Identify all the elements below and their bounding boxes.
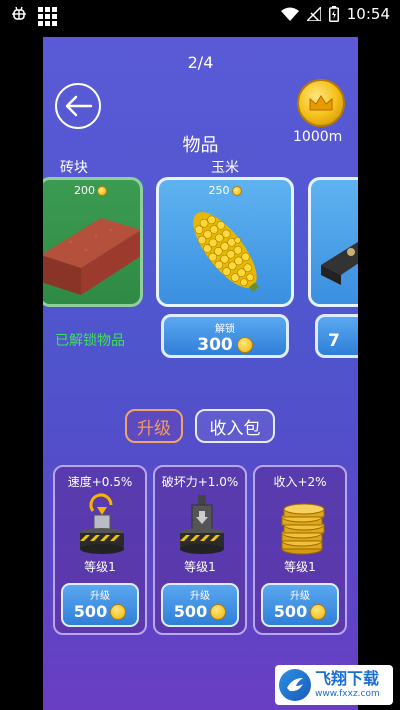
arrow-left-icon	[65, 95, 93, 117]
coin-icon	[210, 603, 227, 620]
watermark-logo: 飞翔下载 www.fxxz.com	[275, 665, 393, 705]
upgrade-title: 速度+0.5%	[67, 475, 133, 489]
tab-income-pack[interactable]: 收入包	[195, 409, 275, 443]
coin-icon	[310, 603, 327, 620]
upgrade-title: 破坏力+1.0%	[161, 475, 239, 489]
back-button[interactable]	[55, 83, 101, 129]
item-name-corn: 玉米	[211, 160, 239, 176]
coin-icon	[97, 185, 107, 196]
watermark-title: 飞翔下载	[315, 669, 380, 688]
upgrade-title: 收入+2%	[273, 475, 327, 489]
upgrade-button-speed[interactable]: 升级 500	[61, 583, 139, 627]
coin-icon	[236, 337, 253, 353]
upgrade-level: 等级1	[284, 560, 316, 574]
coin-icon	[110, 603, 127, 620]
item-card-brick[interactable]: 200	[43, 177, 143, 307]
upgrade-level: 等级1	[84, 560, 116, 574]
upgrade-button-income[interactable]: 升级 500	[261, 583, 339, 627]
game-screen: 2/4 1000m 物品 砖块 玉米 200 250 已解锁物品 解锁 300 …	[43, 37, 358, 710]
unlocked-status: 已解锁物品	[55, 333, 125, 349]
coin-icon	[231, 185, 242, 196]
bird-logo-icon	[279, 669, 311, 701]
upgrade-card-speed: 速度+0.5% 等级1 升级 500	[53, 465, 147, 635]
upgrade-button-power[interactable]: 升级 500	[161, 583, 239, 627]
bug-icon	[10, 5, 28, 28]
item-price: 250	[159, 184, 291, 197]
corn-image	[193, 212, 259, 292]
tab-upgrade[interactable]: 升级	[125, 409, 183, 443]
power-press-icon	[180, 495, 224, 554]
battery-icon	[328, 6, 339, 22]
watermark-url: www.fxxz.com	[315, 689, 380, 699]
item-card-corn[interactable]: 250	[156, 177, 294, 307]
item-card-next[interactable]	[308, 177, 358, 307]
speed-press-icon	[80, 493, 124, 554]
item-name-brick: 砖块	[60, 160, 88, 176]
coin-stack-icon	[281, 503, 325, 555]
items-section-title: 物品	[182, 135, 219, 156]
upgrade-card-power: 破坏力+1.0% 等级1 升级 500	[153, 465, 247, 635]
unlock-button-next[interactable]: 7	[315, 314, 358, 358]
signal-icon	[306, 7, 321, 21]
upgrade-level: 等级1	[184, 560, 216, 574]
item-price: 200	[43, 184, 140, 197]
clock: 10:54	[346, 5, 390, 23]
status-bar: 10:54	[0, 0, 400, 30]
upgrade-card-income: 收入+2% 等级1 升级 500	[253, 465, 347, 635]
item-image	[321, 241, 358, 285]
crown-coin-icon	[297, 79, 345, 127]
apps-grid-icon	[38, 7, 57, 26]
brick-image	[43, 218, 140, 295]
page-indicator: 2/4	[187, 53, 214, 72]
wifi-icon	[280, 7, 299, 21]
unlock-button-corn[interactable]: 解锁 300	[161, 314, 289, 358]
